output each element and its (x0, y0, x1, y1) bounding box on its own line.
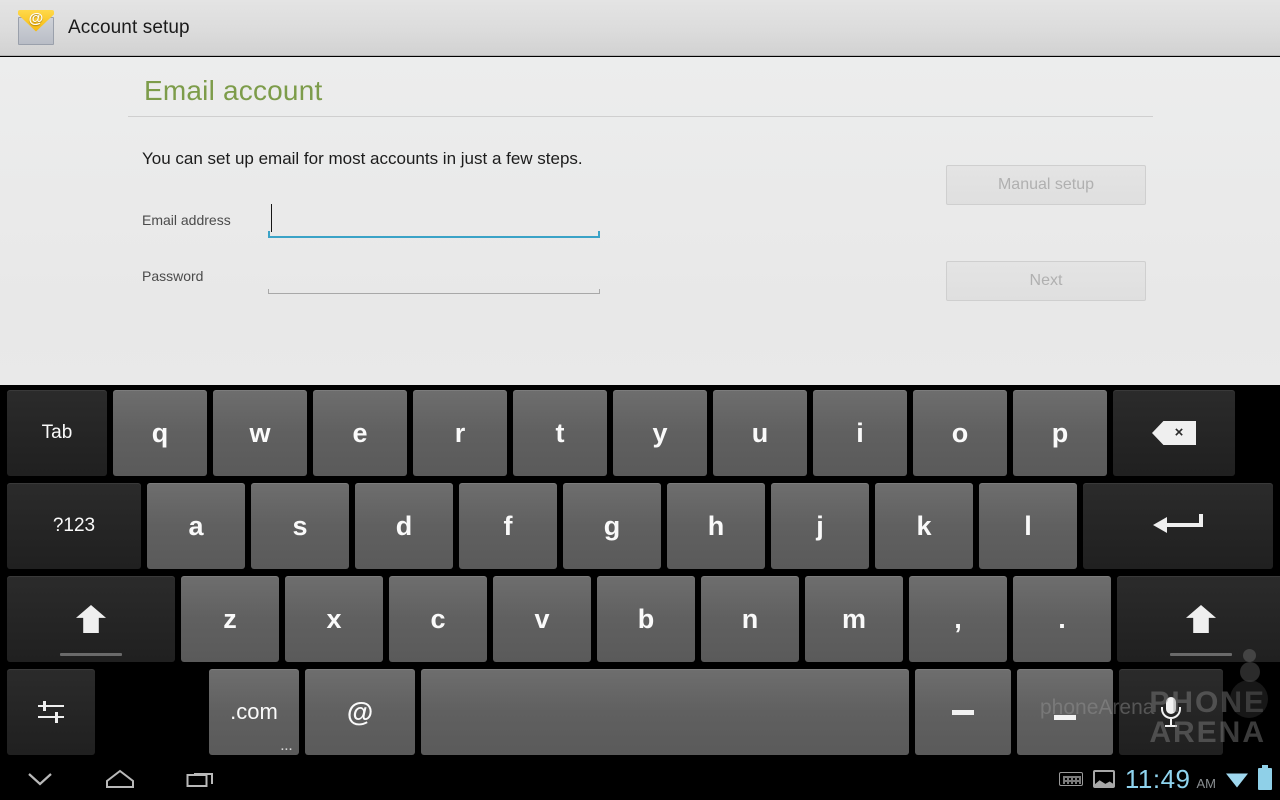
underscore-icon (1054, 714, 1076, 720)
key-d[interactable]: d (355, 483, 453, 569)
key-dot-com-label: .com (230, 699, 278, 724)
settings-sliders-icon (38, 701, 64, 723)
key-s[interactable]: s (251, 483, 349, 569)
key-at[interactable]: @ (305, 669, 415, 755)
key-g[interactable]: g (563, 483, 661, 569)
nav-back-button[interactable] (0, 758, 80, 800)
password-field-label: Password (142, 268, 204, 284)
title-bar-content: @ Account setup (0, 9, 190, 47)
keyboard-status-icon[interactable] (1058, 772, 1083, 786)
shift-icon (76, 605, 106, 633)
microphone-icon (1161, 697, 1181, 727)
key-y[interactable]: y (613, 390, 707, 476)
key-l[interactable]: l (979, 483, 1077, 569)
key-shift-left[interactable] (7, 576, 175, 662)
shift-icon (1186, 605, 1216, 633)
keyboard-row-3: z x c v b n m , . (0, 574, 1280, 664)
key-m[interactable]: m (805, 576, 903, 662)
key-hyphen[interactable] (915, 669, 1011, 755)
shift-indicator (60, 653, 122, 656)
account-form: Email address Password Manual setup Next (142, 165, 1162, 310)
key-f[interactable]: f (459, 483, 557, 569)
keyboard-gap (101, 669, 203, 755)
email-envelope-at-icon: @ (16, 9, 56, 47)
setup-content-area: Email account You can set up email for m… (0, 57, 1280, 385)
keyboard-row-1: Tab q w e r t y u i o p × (0, 388, 1280, 478)
key-q[interactable]: q (113, 390, 207, 476)
key-a[interactable]: a (147, 483, 245, 569)
key-h[interactable]: h (667, 483, 765, 569)
key-b[interactable]: b (597, 576, 695, 662)
title-divider (128, 116, 1153, 117)
key-n[interactable]: n (701, 576, 799, 662)
page-title: Email account (144, 75, 323, 106)
key-x[interactable]: x (285, 576, 383, 662)
home-icon (106, 769, 134, 788)
key-underscore[interactable] (1017, 669, 1113, 755)
at-symbol: @ (28, 9, 44, 27)
enter-icon (1153, 513, 1203, 539)
key-space[interactable] (421, 669, 909, 755)
key-t[interactable]: t (513, 390, 607, 476)
manual-setup-button[interactable]: Manual setup (946, 165, 1146, 205)
key-r[interactable]: r (413, 390, 507, 476)
text-caret (271, 204, 272, 232)
key-e[interactable]: e (313, 390, 407, 476)
key-period[interactable]: . (1013, 576, 1111, 662)
key-o[interactable]: o (913, 390, 1007, 476)
key-voice-input[interactable] (1119, 669, 1223, 755)
key-z[interactable]: z (181, 576, 279, 662)
hyphen-icon (952, 709, 974, 715)
password-underline (268, 289, 600, 294)
nav-recents-button[interactable] (160, 758, 240, 800)
keyboard-row-4: .com ... @ (0, 667, 1280, 757)
key-input-settings[interactable] (7, 669, 95, 755)
shift-indicator (1170, 653, 1232, 656)
onscreen-keyboard: Tab q w e r t y u i o p × ?123 a s d f g (0, 386, 1280, 758)
wifi-icon (1226, 773, 1248, 788)
screenshot-icon[interactable] (1092, 770, 1115, 788)
email-input[interactable] (268, 198, 600, 238)
key-backspace[interactable]: × (1113, 390, 1235, 476)
keyboard-row-2: ?123 a s d f g h j k l (0, 481, 1280, 571)
password-input[interactable] (268, 254, 600, 294)
key-j[interactable]: j (771, 483, 869, 569)
long-press-hint: ... (280, 741, 293, 753)
key-enter[interactable] (1083, 483, 1273, 569)
email-field-label: Email address (142, 212, 231, 228)
content-inner: Email account You can set up email for m… (0, 57, 1280, 310)
key-shift-right[interactable] (1117, 576, 1280, 662)
battery-icon (1258, 765, 1272, 790)
key-dot-com[interactable]: .com ... (209, 669, 299, 755)
email-focus-underline (268, 231, 600, 238)
app-title-bar: @ Account setup (0, 0, 1280, 56)
key-k[interactable]: k (875, 483, 973, 569)
key-v[interactable]: v (493, 576, 591, 662)
key-u[interactable]: u (713, 390, 807, 476)
nav-home-button[interactable] (80, 758, 160, 800)
key-p[interactable]: p (1013, 390, 1107, 476)
android-tablet-screen: @ Account setup Email account You can se… (0, 0, 1280, 800)
system-navigation-bar: 11:49 AM (0, 758, 1280, 800)
key-symbols[interactable]: ?123 (7, 483, 141, 569)
back-down-icon (28, 773, 52, 786)
recent-apps-icon (186, 773, 213, 787)
status-bar-icons: 11:49 AM (1058, 758, 1280, 800)
key-comma[interactable]: , (909, 576, 1007, 662)
key-w[interactable]: w (213, 390, 307, 476)
key-i[interactable]: i (813, 390, 907, 476)
backspace-icon: × (1152, 421, 1196, 445)
app-title: Account setup (68, 16, 190, 38)
action-buttons: Manual setup Next (946, 165, 1146, 301)
status-clock: 11:49 (1124, 764, 1191, 794)
key-tab[interactable]: Tab (7, 390, 107, 476)
next-button[interactable]: Next (946, 261, 1146, 301)
status-ampm: AM (1196, 776, 1217, 791)
key-c[interactable]: c (389, 576, 487, 662)
